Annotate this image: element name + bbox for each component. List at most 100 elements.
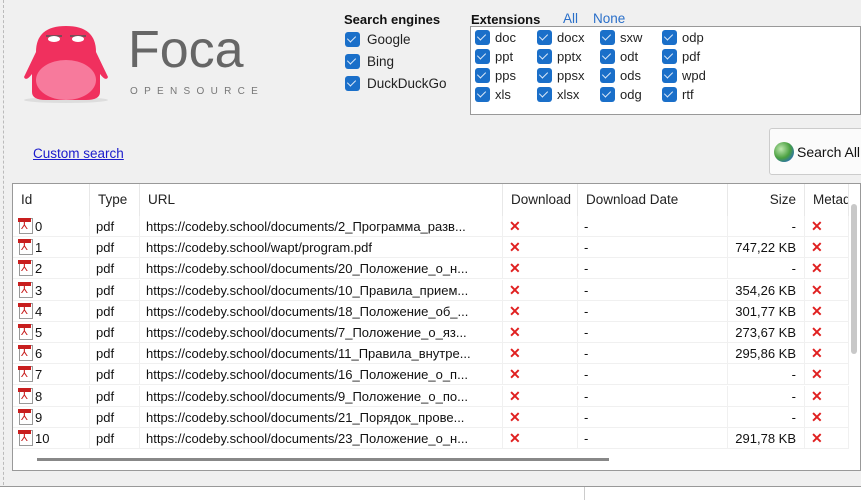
- checkbox-checked-icon[interactable]: [475, 49, 490, 64]
- table-row[interactable]: 9 pdfhttps://codeby.school/documents/21_П…: [13, 406, 849, 428]
- extensions-title: Extensions: [471, 12, 541, 27]
- results-table: Id Type URL Download Download Date Size Metad …: [12, 183, 861, 471]
- cell-download: ✕: [503, 406, 578, 428]
- pdf-file-icon: [18, 366, 33, 383]
- checkbox-checked-icon[interactable]: [345, 32, 360, 47]
- custom-search-link[interactable]: Custom search: [33, 146, 124, 161]
- cell-type: pdf: [90, 406, 140, 428]
- table-row[interactable]: 4 pdfhttps://codeby.school/documents/18_П…: [13, 300, 849, 322]
- pdf-file-icon: [18, 239, 33, 256]
- cell-url: https://codeby.school/documents/2_Програ…: [140, 216, 503, 237]
- extension-sxw[interactable]: sxw: [600, 30, 642, 45]
- cell-size: 747,22 KB: [728, 237, 805, 259]
- checkbox-checked-icon[interactable]: [475, 87, 490, 102]
- extension-odt[interactable]: odt: [600, 49, 638, 64]
- extension-label: sxw: [620, 30, 643, 45]
- checkbox-checked-icon[interactable]: [600, 30, 615, 45]
- extension-label: odg: [620, 87, 642, 102]
- extension-pps[interactable]: pps: [475, 68, 516, 83]
- checkbox-checked-icon[interactable]: [537, 68, 552, 83]
- extensions-all-link[interactable]: All: [563, 11, 578, 26]
- cell-type: pdf: [90, 385, 140, 407]
- vertical-scrollbar[interactable]: [851, 204, 857, 354]
- red-x-icon: ✕: [509, 324, 521, 340]
- cell-download: ✕: [503, 322, 578, 343]
- search-all-button[interactable]: Search All: [769, 128, 861, 175]
- extension-label: docx: [557, 30, 585, 45]
- cell-size: -: [728, 385, 805, 407]
- checkbox-checked-icon[interactable]: [600, 68, 615, 83]
- cell-download-date: -: [578, 406, 728, 428]
- cell-id: 8: [13, 385, 90, 407]
- cell-download-date: -: [578, 216, 728, 237]
- column-header-id[interactable]: Id: [13, 184, 90, 216]
- cell-id: 0: [13, 216, 90, 237]
- pdf-file-icon: [18, 324, 33, 340]
- extension-xlsx[interactable]: xlsx: [537, 87, 579, 102]
- column-header-metad[interactable]: Metad: [805, 184, 849, 216]
- extension-label: wpd: [682, 68, 706, 83]
- cell-id: 4: [13, 300, 90, 322]
- checkbox-checked-icon[interactable]: [600, 87, 615, 102]
- cell-download: ✕: [503, 343, 578, 365]
- extension-pdf[interactable]: pdf: [662, 49, 700, 64]
- id-value: 10: [35, 431, 50, 446]
- extension-ppt[interactable]: ppt: [475, 49, 513, 64]
- extension-doc[interactable]: doc: [475, 30, 516, 45]
- table-row[interactable]: 1 pdfhttps://codeby.school/wapt/program.p…: [13, 237, 849, 259]
- table-header: Id Type URL Download Download Date Size Metad: [13, 184, 860, 216]
- table-row[interactable]: 8 pdfhttps://codeby.school/documents/9_По…: [13, 385, 849, 407]
- checkbox-checked-icon[interactable]: [537, 49, 552, 64]
- checkbox-checked-icon[interactable]: [537, 30, 552, 45]
- checkbox-checked-icon[interactable]: [537, 87, 552, 102]
- extension-label: pptx: [557, 49, 582, 64]
- search-engine-bing[interactable]: Bing: [345, 54, 394, 69]
- extension-ods[interactable]: ods: [600, 68, 641, 83]
- table-row[interactable]: 7 pdfhttps://codeby.school/documents/16_П…: [13, 364, 849, 386]
- cell-id: 1: [13, 237, 90, 259]
- column-header-url[interactable]: URL: [140, 184, 503, 216]
- column-header-download-date[interactable]: Download Date: [578, 184, 728, 216]
- extension-ppsx[interactable]: ppsx: [537, 68, 584, 83]
- cell-metadata: ✕: [805, 258, 849, 280]
- table-row[interactable]: 2 pdfhttps://codeby.school/documents/20_П…: [13, 258, 849, 280]
- red-x-icon: ✕: [509, 218, 521, 234]
- table-row[interactable]: 6 pdfhttps://codeby.school/documents/11_П…: [13, 343, 849, 365]
- extension-xls[interactable]: xls: [475, 87, 511, 102]
- cell-size: 295,86 KB: [728, 343, 805, 365]
- cell-download-date: -: [578, 385, 728, 407]
- search-engine-google[interactable]: Google: [345, 32, 411, 47]
- extension-rtf[interactable]: rtf: [662, 87, 694, 102]
- checkbox-checked-icon[interactable]: [345, 76, 360, 91]
- checkbox-checked-icon[interactable]: [475, 68, 490, 83]
- id-value: 7: [35, 367, 43, 383]
- extensions-none-link[interactable]: None: [593, 11, 625, 26]
- table-row[interactable]: 0 pdfhttps://codeby.school/documents/2_Пр…: [13, 216, 849, 237]
- table-row[interactable]: 10 pdfhttps://codeby.school/documents/23_…: [13, 428, 849, 449]
- extension-odp[interactable]: odp: [662, 30, 704, 45]
- column-header-type[interactable]: Type: [90, 184, 140, 216]
- red-x-icon: ✕: [509, 366, 521, 383]
- checkbox-checked-icon[interactable]: [662, 30, 677, 45]
- red-x-icon: ✕: [811, 218, 823, 234]
- extension-odg[interactable]: odg: [600, 87, 642, 102]
- horizontal-scrollbar[interactable]: [37, 458, 609, 461]
- table-row[interactable]: 3 pdfhttps://codeby.school/documents/10_П…: [13, 279, 849, 301]
- checkbox-checked-icon[interactable]: [662, 68, 677, 83]
- extension-docx[interactable]: docx: [537, 30, 584, 45]
- extension-wpd[interactable]: wpd: [662, 68, 706, 83]
- cell-size: -: [728, 406, 805, 428]
- extension-pptx[interactable]: pptx: [537, 49, 582, 64]
- checkbox-checked-icon[interactable]: [662, 49, 677, 64]
- checkbox-checked-icon[interactable]: [475, 30, 490, 45]
- search-engine-duckduckgo[interactable]: DuckDuckGo: [345, 76, 447, 91]
- checkbox-checked-icon[interactable]: [662, 87, 677, 102]
- red-x-icon: ✕: [811, 324, 823, 340]
- checkbox-checked-icon[interactable]: [600, 49, 615, 64]
- column-header-size[interactable]: Size: [728, 184, 805, 216]
- column-header-download[interactable]: Download: [503, 184, 578, 216]
- table-row[interactable]: 5 pdfhttps://codeby.school/documents/7_По…: [13, 322, 849, 343]
- globe-icon: [774, 141, 794, 162]
- red-x-icon: ✕: [811, 281, 823, 298]
- checkbox-checked-icon[interactable]: [345, 54, 360, 69]
